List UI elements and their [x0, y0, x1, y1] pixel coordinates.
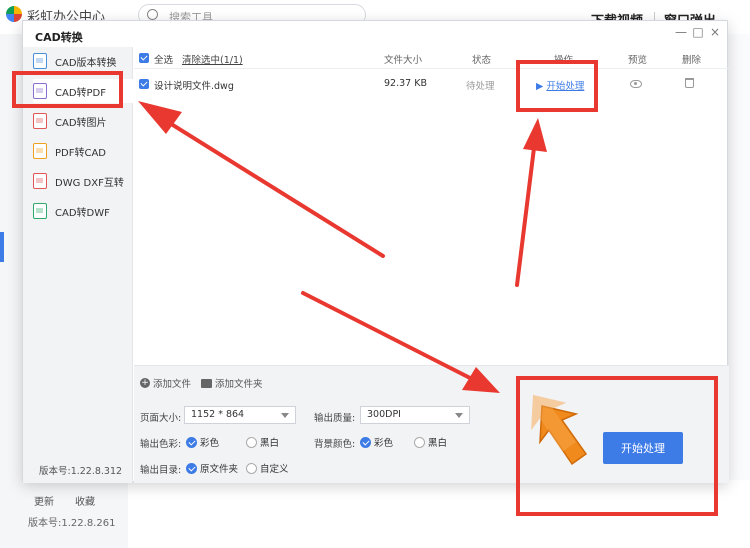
column-file-size: 文件大小: [384, 55, 423, 66]
dialog-version: 版本号:1.22.8.312: [39, 466, 123, 477]
cad-version-icon: [33, 53, 47, 69]
radio-label: 黑白: [260, 438, 280, 449]
select-all-label[interactable]: 全选: [154, 52, 173, 66]
sidebar-item-cad-to-dwf[interactable]: CAD转DWF: [33, 199, 133, 223]
color-radio-bw[interactable]: 黑白: [246, 435, 279, 449]
file-status: 待处理: [466, 81, 495, 92]
sidebar-item-label: PDF转CAD: [55, 147, 107, 159]
radio-unchecked-icon: [414, 436, 425, 448]
favorite-link[interactable]: 收藏: [75, 493, 95, 508]
close-icon[interactable]: ×: [709, 25, 721, 39]
app-logo-icon: [6, 6, 22, 22]
bg-color-label: 背景颜色:: [314, 439, 356, 450]
quality-value: 300DPI: [367, 409, 401, 420]
sidebar-item-dwg-dxf[interactable]: DWG DXF互转: [33, 169, 133, 193]
background-version: 版本号:1.22.8.261: [28, 518, 116, 529]
add-folder-button[interactable]: 添加文件夹: [201, 376, 263, 390]
radio-label: 彩色: [374, 438, 394, 449]
image-file-icon: [33, 113, 47, 129]
dir-radio-custom[interactable]: 自定义: [246, 461, 289, 475]
color-radio-color[interactable]: 彩色: [186, 435, 219, 449]
radio-label: 原文件夹: [200, 464, 239, 475]
highlight-box-start-button: [516, 376, 718, 516]
maximize-icon[interactable]: □: [692, 25, 704, 39]
sidebar-active-marker: [0, 232, 4, 262]
radio-unchecked-icon: [246, 462, 257, 474]
dwf-file-icon: [33, 203, 47, 219]
column-delete: 删除: [682, 55, 702, 66]
radio-checked-icon: [186, 462, 197, 474]
preview-eye-icon[interactable]: [630, 80, 642, 88]
file-name: 设计说明文件.dwg: [154, 81, 234, 92]
search-icon: [147, 9, 158, 20]
update-link[interactable]: 更新: [34, 493, 54, 508]
output-dir-label: 输出目录:: [140, 465, 182, 476]
radio-label: 黑白: [428, 438, 448, 449]
dwg-file-icon: [33, 173, 47, 189]
sidebar-item-label: CAD转DWF: [55, 207, 110, 219]
add-icon: +: [140, 378, 150, 388]
radio-checked-icon: [186, 436, 197, 448]
dir-radio-source[interactable]: 原文件夹: [186, 461, 238, 475]
radio-checked-icon: [360, 436, 371, 448]
sidebar-item-label: DWG DXF互转: [55, 177, 124, 189]
sidebar-item-cad-version[interactable]: CAD版本转换: [33, 49, 133, 73]
quality-select[interactable]: 300DPI: [360, 406, 470, 424]
minimize-icon[interactable]: —: [675, 25, 687, 39]
table-row[interactable]: 设计说明文件.dwg 92.37 KB 待处理 ▶ 开始处理: [134, 73, 729, 95]
radio-unchecked-icon: [246, 436, 257, 448]
column-preview: 预览: [628, 55, 648, 66]
add-file-label: 添加文件: [153, 379, 192, 390]
output-color-label: 输出色彩:: [140, 439, 182, 450]
row-checkbox[interactable]: [139, 79, 149, 89]
page-size-label: 页面大小:: [140, 413, 182, 424]
clear-selected-link[interactable]: 清除选中(1/1): [182, 52, 243, 66]
radio-label: 彩色: [200, 438, 220, 449]
chevron-down-icon: [455, 413, 463, 418]
highlight-box-cad-to-pdf: [12, 71, 123, 108]
sidebar-item-label: CAD版本转换: [55, 57, 117, 69]
column-status: 状态: [472, 55, 492, 66]
sidebar-item-cad-to-image[interactable]: CAD转图片: [33, 109, 133, 133]
file-size: 92.37 KB: [384, 78, 427, 89]
sidebar-item-label: CAD转图片: [55, 117, 107, 129]
folder-icon: [201, 378, 212, 388]
chevron-down-icon: [281, 413, 289, 418]
delete-trash-icon[interactable]: [685, 78, 694, 88]
quality-label: 输出质量:: [314, 413, 356, 424]
page-size-select[interactable]: 1152 * 864: [184, 406, 296, 424]
bg-radio-bw[interactable]: 黑白: [414, 435, 447, 449]
sidebar-item-pdf-to-cad[interactable]: PDF转CAD: [33, 139, 133, 163]
page-size-value: 1152 * 864: [191, 409, 245, 420]
cad-file-icon: [33, 143, 47, 159]
bg-radio-color[interactable]: 彩色: [360, 435, 393, 449]
dialog-title: CAD转换: [35, 31, 83, 44]
file-table-header: 全选 清除选中(1/1) 文件大小 状态 操作 预览 删除: [134, 47, 729, 69]
highlight-box-start-link: [516, 60, 598, 112]
radio-label: 自定义: [260, 464, 289, 475]
add-folder-label: 添加文件夹: [215, 379, 263, 390]
add-file-button[interactable]: + 添加文件: [140, 376, 191, 390]
select-all-checkbox[interactable]: [139, 53, 149, 63]
